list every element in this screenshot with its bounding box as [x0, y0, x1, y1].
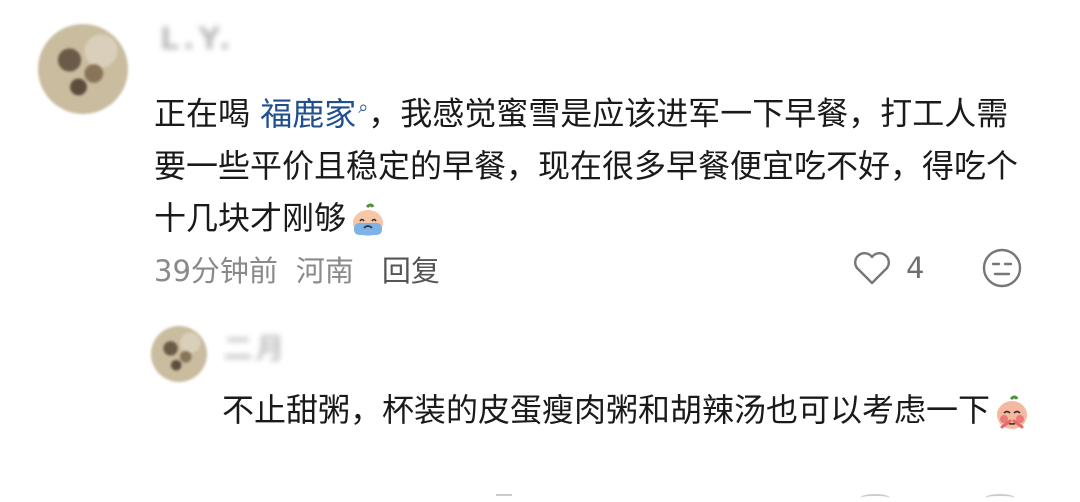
comment-location: 河南: [295, 254, 354, 288]
heart-icon: [854, 252, 890, 285]
comment-meta: 39分钟前 河南 回复: [154, 248, 440, 290]
avatar[interactable]: [38, 24, 128, 114]
like-count: 4: [906, 251, 925, 285]
comment-text-before: 正在喝: [154, 94, 261, 133]
dislike-face-icon[interactable]: [980, 246, 1024, 290]
pleading-emoji-icon: [997, 395, 1028, 429]
reply-text: 不止甜粥，杯装的皮蛋瘦肉粥和胡辣汤也可以考虑一下: [222, 384, 1052, 436]
reply-text-body: 不止甜粥，杯装的皮蛋瘦肉粥和胡辣汤也可以考虑一下: [222, 391, 991, 429]
comment-time: 39分钟前: [154, 254, 278, 288]
reply-avatar[interactable]: [151, 326, 207, 382]
reply-username[interactable]: 二月: [224, 327, 288, 367]
next-row-peek: [496, 494, 512, 502]
username[interactable]: L.Y.: [160, 22, 235, 57]
next-heart-peek: [860, 494, 890, 502]
search-icon: ⌕: [358, 97, 369, 118]
comment-text: 正在喝 福鹿家 ⌕，我感觉蜜雪是应该进军一下早餐，打工人需要一些平价且稳定的早餐，…: [154, 82, 1034, 244]
reply-button[interactable]: 回复: [382, 248, 440, 290]
crying-emoji-icon: [353, 203, 384, 236]
next-dislike-peek: [985, 494, 1015, 502]
like-button[interactable]: 4: [852, 250, 924, 286]
mention-link[interactable]: 福鹿家 ⌕: [260, 95, 368, 133]
